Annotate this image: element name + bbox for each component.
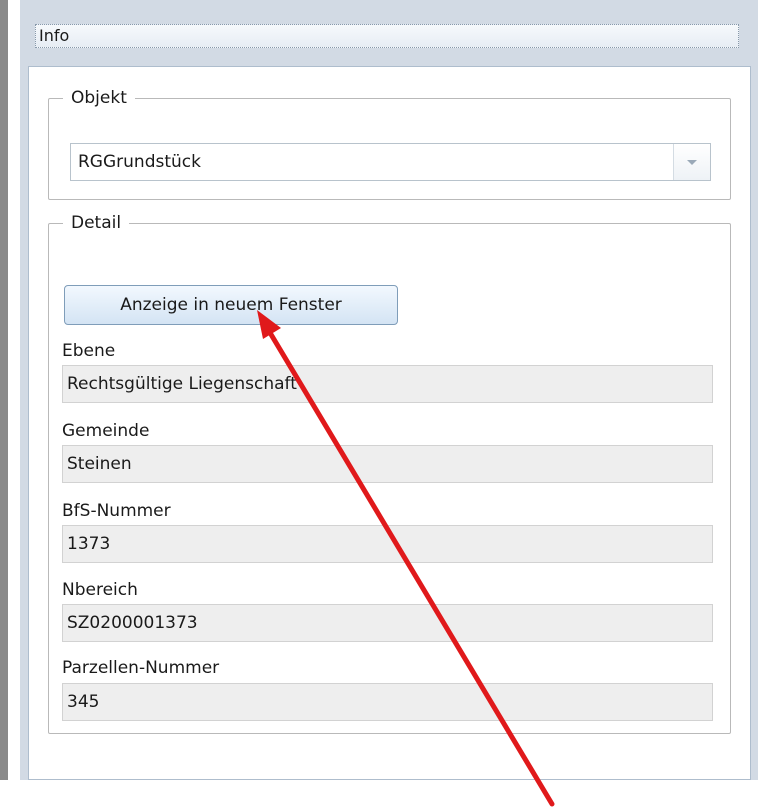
field-label-gemeinde: Gemeinde: [62, 421, 150, 441]
panel-title-bar[interactable]: Info: [35, 24, 739, 48]
field-label-nbereich: Nbereich: [62, 580, 138, 600]
field-label-parzellen-nummer: Parzellen-Nummer: [62, 658, 220, 678]
objekt-combobox[interactable]: RGGrundstück: [70, 143, 711, 181]
combobox-trigger[interactable]: [673, 144, 710, 180]
objekt-fieldset: Objekt RGGrundstück: [48, 88, 731, 200]
window-gutter: [8, 0, 20, 780]
info-panel-body: Objekt RGGrundstück Detail Anzeige in ne…: [28, 66, 751, 780]
field-value-gemeinde[interactable]: Steinen: [62, 445, 713, 483]
chevron-down-icon: [687, 160, 697, 165]
objekt-combobox-value: RGGrundstück: [78, 152, 201, 172]
field-value-nbereich[interactable]: SZ0200001373: [62, 604, 713, 642]
field-label-ebene: Ebene: [62, 341, 116, 361]
panel-title: Info: [39, 26, 70, 45]
field-value-ebene[interactable]: Rechtsgültige Liegenschaft: [62, 365, 713, 403]
field-value-parzellen-nummer[interactable]: 345: [62, 683, 713, 721]
objekt-legend: Objekt: [71, 88, 127, 108]
window-edge: [0, 0, 8, 780]
field-value-bfs-nummer[interactable]: 1373: [62, 525, 713, 563]
detail-legend: Detail: [71, 213, 122, 233]
field-label-bfs-nummer: BfS-Nummer: [62, 501, 171, 521]
open-in-new-window-button[interactable]: Anzeige in neuem Fenster: [64, 285, 398, 325]
detail-fieldset: Detail Anzeige in neuem Fenster Ebene Re…: [48, 213, 731, 734]
